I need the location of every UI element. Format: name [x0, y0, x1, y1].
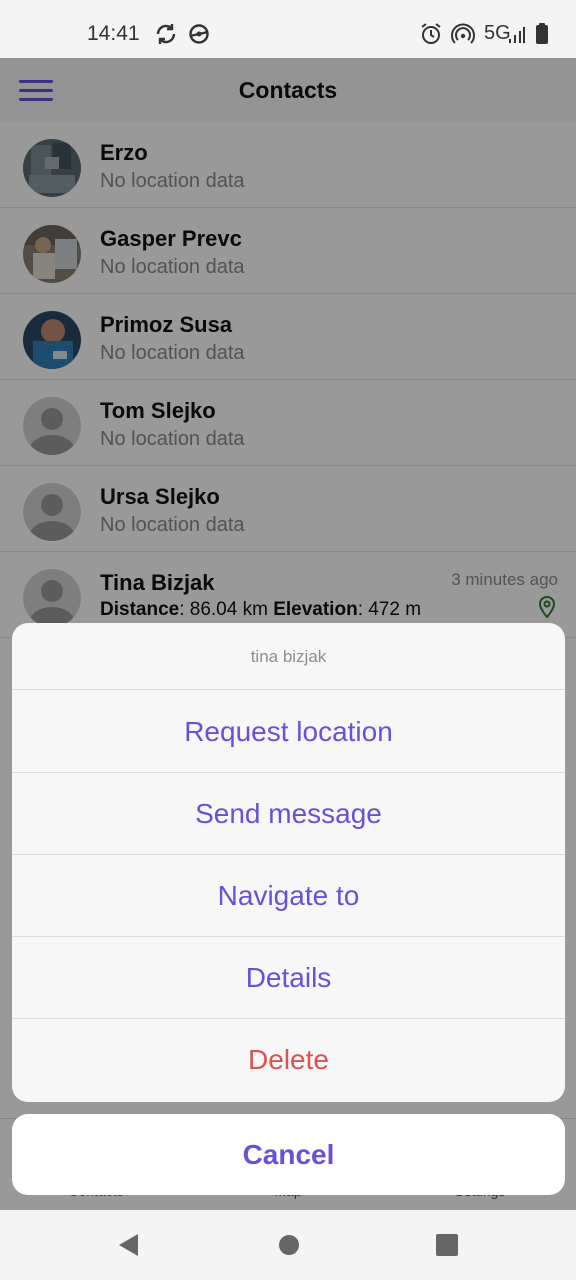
- hotspot-icon: [451, 23, 475, 44]
- send-message-button[interactable]: Send message: [12, 773, 565, 855]
- alarm-icon: [421, 23, 441, 44]
- navigate-to-button[interactable]: Navigate to: [12, 855, 565, 937]
- signal-icon: [509, 27, 525, 43]
- action-sheet: tina bizjak Request location Send messag…: [12, 623, 565, 1102]
- system-nav-bar: [0, 1210, 576, 1280]
- details-button[interactable]: Details: [12, 937, 565, 1019]
- sync-icon: [156, 24, 176, 44]
- network-type: 5G: [484, 22, 511, 44]
- delete-button[interactable]: Delete: [12, 1019, 565, 1101]
- cancel-button[interactable]: Cancel: [12, 1114, 565, 1195]
- action-sheet-title: tina bizjak: [12, 623, 565, 690]
- status-bar: 14:41 5G: [0, 0, 576, 58]
- back-icon[interactable]: [116, 1232, 142, 1258]
- request-location-button[interactable]: Request location: [12, 691, 565, 773]
- recents-icon[interactable]: [434, 1232, 460, 1258]
- home-icon[interactable]: [276, 1232, 302, 1258]
- vpn-icon: [189, 24, 209, 44]
- status-time: 14:41: [87, 22, 140, 45]
- battery-icon: [536, 23, 548, 44]
